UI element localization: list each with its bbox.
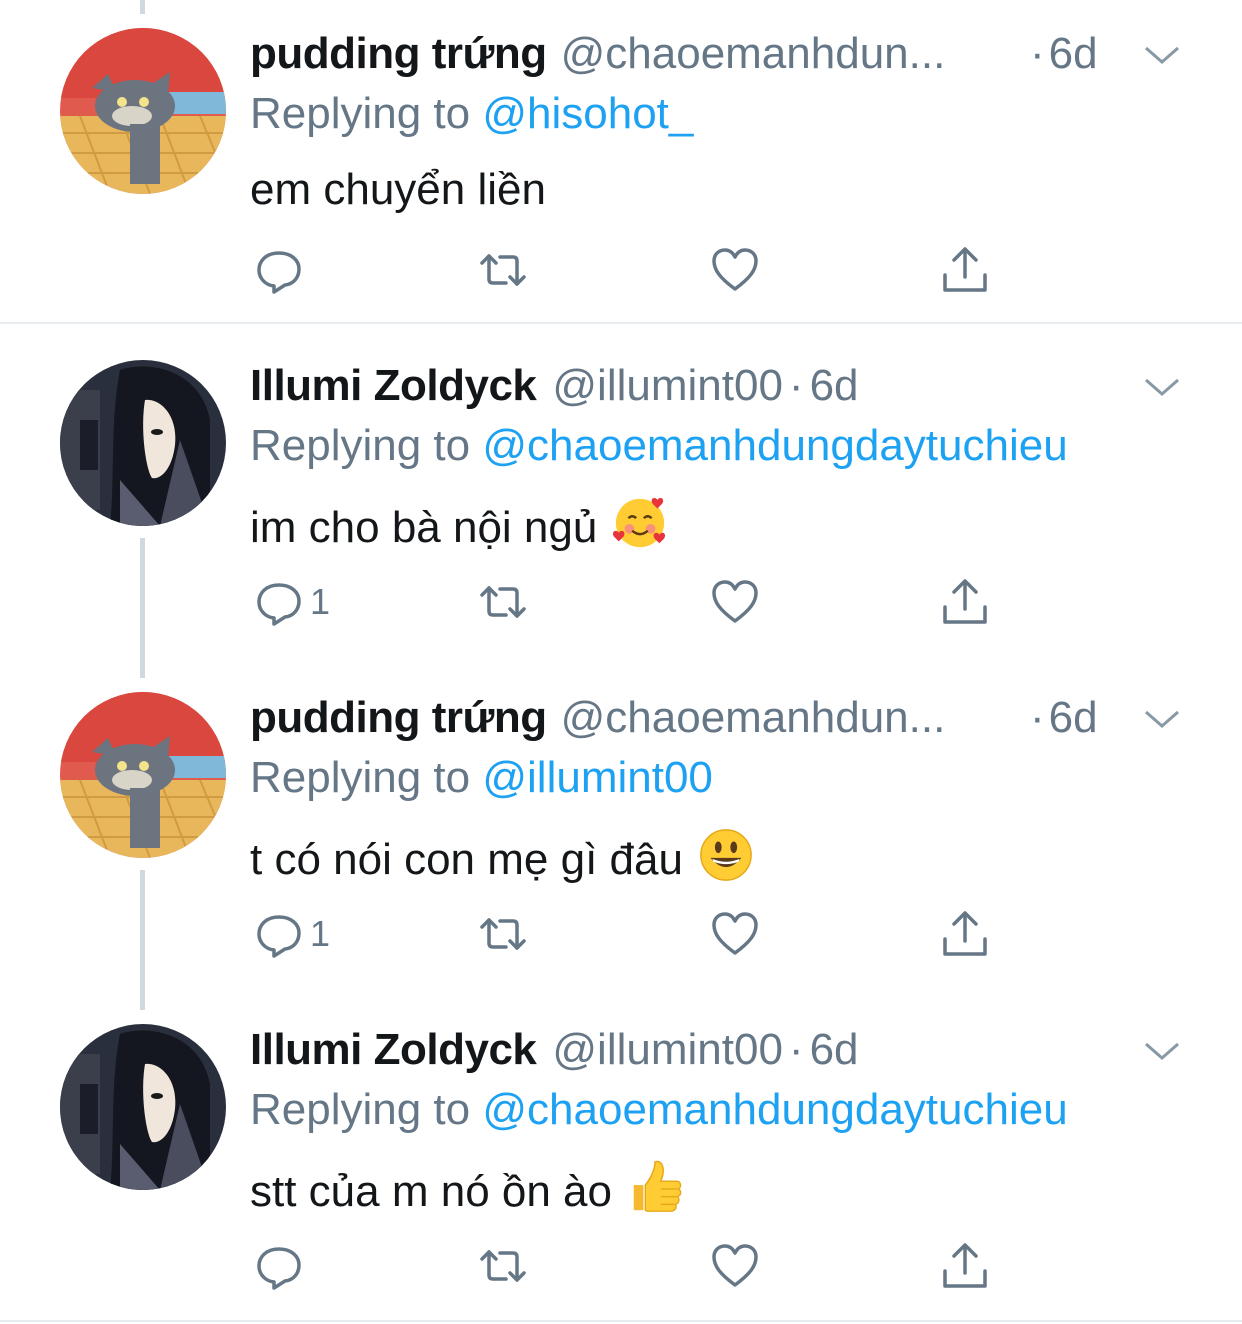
tweet-header: Illumi Zoldyck @illumint00 · 6d bbox=[250, 1022, 859, 1078]
time-label: 6d bbox=[1048, 693, 1098, 742]
avatar-anime-character[interactable] bbox=[60, 1024, 226, 1190]
tweet-body: em chuyển liền bbox=[250, 165, 546, 214]
reply-button[interactable]: 1 bbox=[254, 572, 330, 632]
reply-count: 1 bbox=[310, 581, 331, 622]
tweet-actions: 1 bbox=[250, 572, 1050, 632]
retweet-button[interactable] bbox=[478, 572, 528, 632]
like-icon bbox=[712, 912, 758, 955]
mention-link[interactable]: @chaoemanhdungdaytuchieu bbox=[482, 1085, 1067, 1134]
tweet-actions bbox=[250, 240, 1050, 300]
reply-button[interactable] bbox=[254, 1236, 304, 1296]
caret-down-icon[interactable] bbox=[1142, 42, 1182, 68]
timestamp[interactable]: ·6d bbox=[1030, 690, 1098, 746]
replying-prefix: Replying to bbox=[250, 753, 483, 802]
reply-button[interactable]: 1 bbox=[254, 904, 330, 964]
retweet-button[interactable] bbox=[478, 240, 528, 300]
tweet-text: t có nói con mẹ gì đâu bbox=[250, 826, 755, 888]
tweet-text: em chuyển liền bbox=[250, 162, 546, 218]
avatar-tom-cat[interactable] bbox=[60, 28, 226, 194]
share-button[interactable] bbox=[940, 572, 990, 632]
replying-to: Replying to @hisohot_ bbox=[250, 86, 693, 142]
display-name[interactable]: Illumi Zoldyck bbox=[250, 358, 537, 414]
share-button[interactable] bbox=[940, 240, 990, 300]
grinning-face-emoji bbox=[700, 829, 752, 881]
display-name[interactable]: pudding trứng bbox=[250, 690, 547, 746]
smiling-face-with-hearts-emoji bbox=[613, 498, 666, 548]
like-button[interactable] bbox=[710, 572, 760, 632]
retweet-icon bbox=[480, 918, 526, 950]
timestamp[interactable]: 6d bbox=[810, 358, 859, 414]
tweet-header: Illumi Zoldyck @illumint00 · 6d bbox=[250, 358, 859, 414]
caret-down-icon[interactable] bbox=[1142, 374, 1182, 400]
avatar-tom-cat[interactable] bbox=[60, 692, 226, 858]
reply-icon bbox=[257, 915, 301, 958]
replying-to: Replying to @chaoemanhdungdaytuchieu bbox=[250, 418, 1068, 474]
replying-prefix: Replying to bbox=[250, 89, 483, 138]
thumbs-up-emoji bbox=[633, 1160, 682, 1212]
mention-link[interactable]: @chaoemanhdungdaytuchieu bbox=[482, 421, 1067, 470]
reply-count: 1 bbox=[310, 913, 331, 954]
display-name[interactable]: Illumi Zoldyck bbox=[250, 1022, 537, 1078]
like-button[interactable] bbox=[710, 1236, 760, 1296]
user-handle[interactable]: @chaoemanhdun... bbox=[561, 26, 946, 82]
user-handle[interactable]: @illumint00 bbox=[552, 358, 783, 414]
tweet-text: stt của m nó ồn ào bbox=[250, 1158, 684, 1220]
separator-dot: · bbox=[1030, 693, 1045, 742]
caret-down-icon[interactable] bbox=[1142, 1038, 1182, 1064]
avatar-anime-character[interactable] bbox=[60, 360, 226, 526]
tweet-body: t có nói con mẹ gì đâu bbox=[250, 835, 683, 884]
tweet-header: pudding trứng @chaoemanhdun... bbox=[250, 26, 945, 82]
mention-link[interactable]: @illumint00 bbox=[482, 753, 713, 802]
share-button[interactable] bbox=[940, 904, 990, 964]
timestamp[interactable]: 6d bbox=[810, 1022, 859, 1078]
retweet-icon bbox=[480, 1250, 526, 1282]
tweet-body: stt của m nó ồn ào bbox=[250, 1167, 612, 1216]
share-icon bbox=[943, 1243, 987, 1288]
share-icon bbox=[943, 579, 987, 624]
user-handle[interactable]: @illumint00 bbox=[552, 1022, 783, 1078]
share-icon bbox=[943, 247, 987, 292]
like-button[interactable] bbox=[710, 904, 760, 964]
replying-to: Replying to @illumint00 bbox=[250, 750, 713, 806]
timestamp[interactable]: ·6d bbox=[1030, 26, 1098, 82]
thread-connector bbox=[140, 0, 145, 14]
mention-link[interactable]: @hisohot_ bbox=[482, 89, 693, 138]
tweet-header: pudding trứng @chaoemanhdun... bbox=[250, 690, 945, 746]
separator-dot: · bbox=[1030, 29, 1045, 78]
caret-down-icon[interactable] bbox=[1142, 706, 1182, 732]
replying-to: Replying to @chaoemanhdungdaytuchieu bbox=[250, 1082, 1068, 1138]
reply-icon bbox=[257, 583, 301, 626]
tweet-divider bbox=[0, 1320, 1242, 1322]
like-icon bbox=[712, 1244, 758, 1287]
replying-prefix: Replying to bbox=[250, 421, 483, 470]
tweet-text: im cho bà nội ngủ bbox=[250, 494, 669, 556]
retweet-button[interactable] bbox=[478, 904, 528, 964]
retweet-button[interactable] bbox=[478, 1236, 528, 1296]
reply-button[interactable] bbox=[254, 240, 304, 300]
tweet-1[interactable]: pudding trứng @chaoemanhdun... ·6d Reply… bbox=[0, 26, 1242, 316]
share-button[interactable] bbox=[940, 1236, 990, 1296]
separator-dot: · bbox=[788, 1025, 804, 1074]
tweet-3[interactable]: pudding trứng @chaoemanhdun... ·6d Reply… bbox=[0, 690, 1242, 990]
tweet-body: im cho bà nội ngủ bbox=[250, 503, 598, 552]
tweet-divider bbox=[0, 322, 1242, 324]
time-label: 6d bbox=[1048, 29, 1098, 78]
replying-prefix: Replying to bbox=[250, 1085, 483, 1134]
tweet-4[interactable]: Illumi Zoldyck @illumint00 · 6d Replying… bbox=[0, 1022, 1242, 1322]
display-name[interactable]: pudding trứng bbox=[250, 26, 547, 82]
tweet-actions bbox=[250, 1236, 1050, 1296]
tweet-actions: 1 bbox=[250, 904, 1050, 964]
reply-icon bbox=[257, 251, 301, 294]
retweet-icon bbox=[480, 586, 526, 618]
like-button[interactable] bbox=[710, 240, 760, 300]
like-icon bbox=[712, 580, 758, 623]
reply-icon bbox=[257, 1247, 301, 1290]
share-icon bbox=[943, 911, 987, 956]
like-icon bbox=[712, 248, 758, 291]
user-handle[interactable]: @chaoemanhdun... bbox=[561, 690, 946, 746]
retweet-icon bbox=[480, 254, 526, 286]
tweet-2[interactable]: Illumi Zoldyck @illumint00 · 6d Replying… bbox=[0, 358, 1242, 658]
separator-dot: · bbox=[788, 361, 804, 410]
